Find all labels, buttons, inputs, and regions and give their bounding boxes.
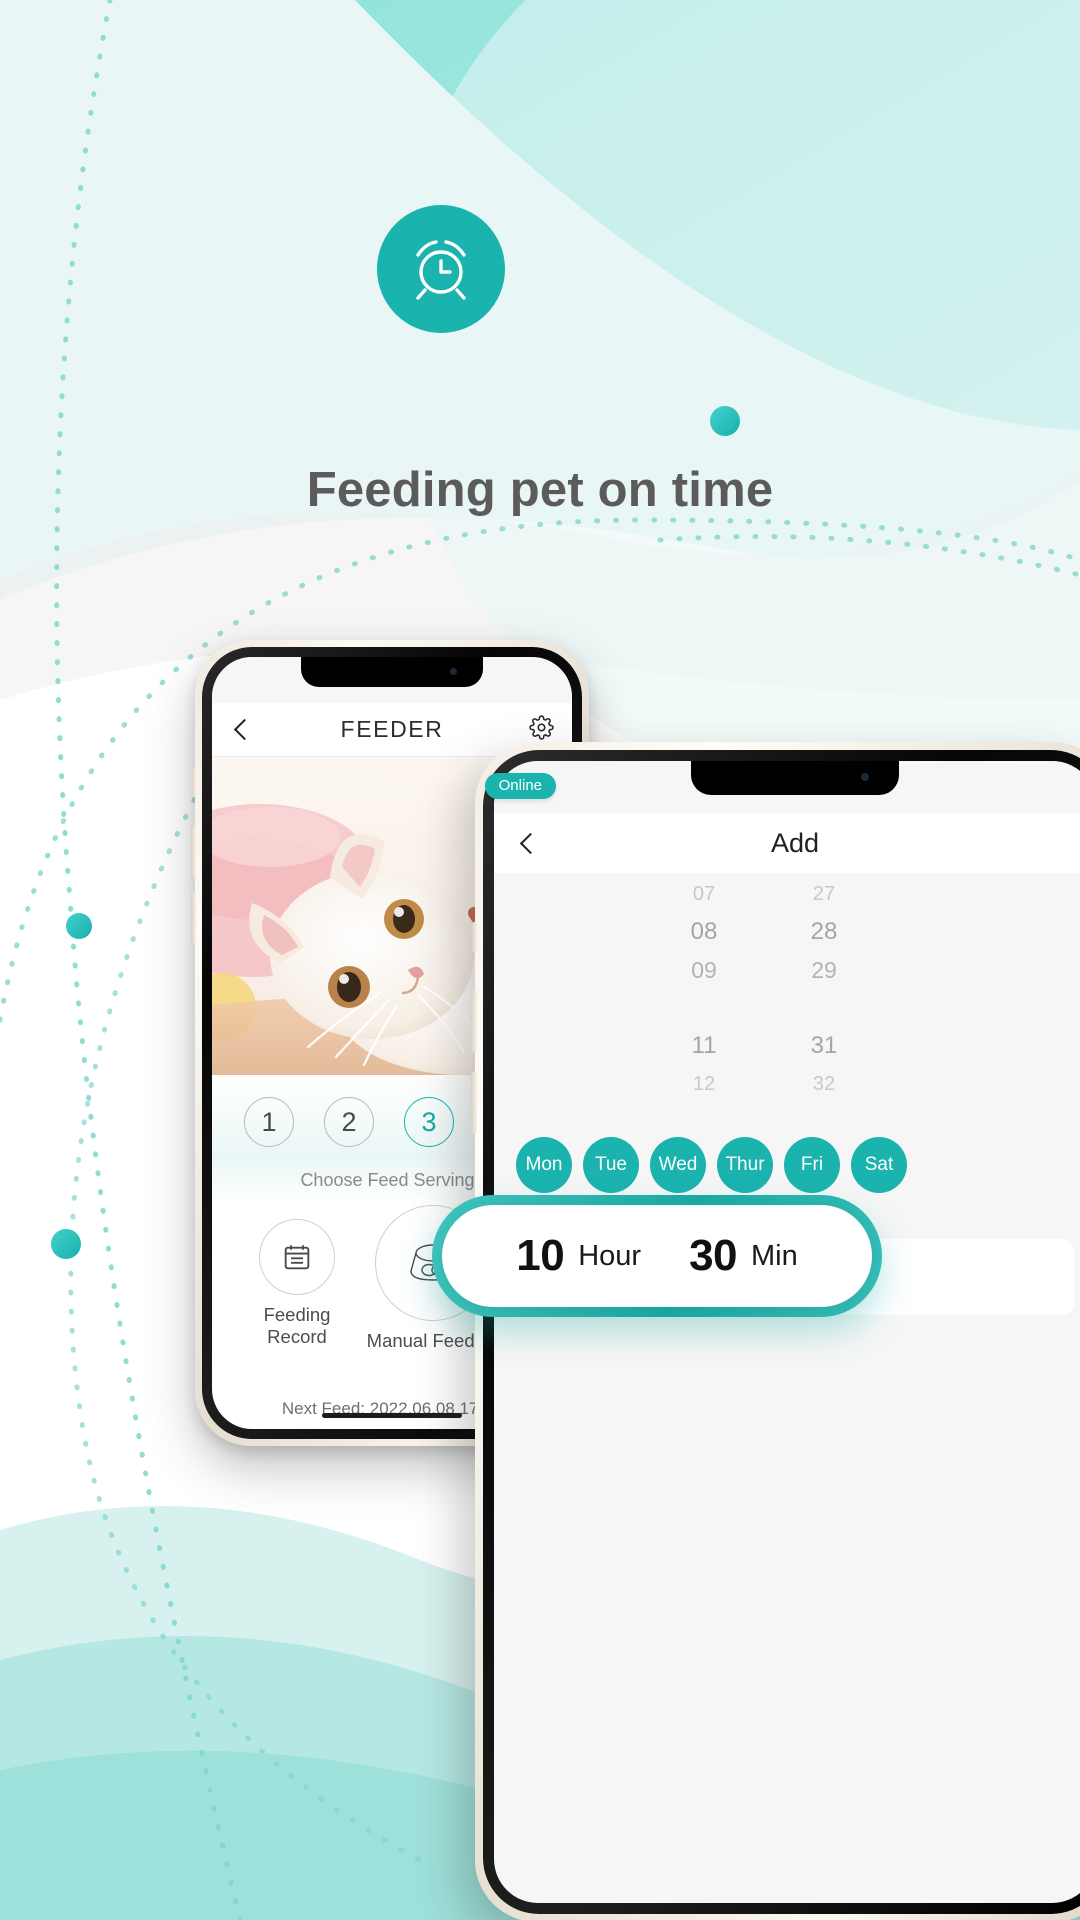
day-thur[interactable]: Thur [717,1137,773,1193]
time-picker-wheel[interactable]: 07 08 09 10 11 12 27 28 29 30 31 32 [494,875,1080,1095]
serving-option-2[interactable]: 2 [324,1097,374,1147]
accent-dot [710,406,740,436]
minute-wheel[interactable]: 27 28 29 30 31 32 [764,875,884,1095]
selected-time-content: 10 Hour 30 Min [442,1205,872,1307]
phone1-volume-down[interactable] [191,892,196,944]
hour-wheel[interactable]: 07 08 09 10 11 12 [644,875,764,1095]
phone2-screen: Add 07 08 09 10 11 12 27 28 29 30 31 [494,761,1080,1903]
minute-unit-label: Min [751,1239,798,1272]
page-title: Feeding pet on time [306,463,774,517]
poster-canvas: Feeding pet on time FEEDER Online 1 2 3 … [0,0,1080,1920]
phone2-notch [691,761,899,795]
selected-minute-value: 30 [689,1231,738,1280]
front-camera-icon [861,773,869,781]
day-fri[interactable]: Fri [784,1137,840,1193]
calendar-glyph [284,1245,310,1270]
hour-option[interactable]: 09 [691,951,717,989]
day-mon[interactable]: Mon [516,1137,572,1193]
day-tue[interactable]: Tue [583,1137,639,1193]
hour-option[interactable]: 08 [691,913,718,951]
feeding-record-action[interactable]: Feeding Record [240,1219,354,1348]
day-wed[interactable]: Wed [650,1137,706,1193]
gear-icon[interactable] [529,714,554,745]
feeding-record-label: Feeding Record [263,1304,331,1347]
serving-option-3[interactable]: 3 [404,1097,454,1147]
phone2-volume-down[interactable] [471,1072,477,1134]
accent-dot [51,1229,81,1259]
phone-device-add-schedule: Add 07 08 09 10 11 12 27 28 29 30 31 [471,742,1080,1920]
gear-glyph [529,714,554,740]
front-camera-icon [450,668,457,675]
minute-option[interactable]: 31 [811,1027,838,1065]
home-indicator [322,1413,462,1418]
day-sat[interactable]: Sat [851,1137,907,1193]
status-badge-online: Online [484,773,556,799]
hour-unit-label: Hour [578,1239,642,1272]
phone2-volume-up[interactable] [471,990,477,1052]
minute-option[interactable]: 28 [811,913,838,951]
serving-option-1[interactable]: 1 [244,1097,294,1147]
phone1-volume-up[interactable] [191,826,196,878]
add-title: Add [770,828,820,858]
phone1-notch [301,657,483,687]
calendar-record-icon [259,1219,335,1295]
minute-option[interactable]: 27 [813,875,835,913]
hour-option[interactable]: 12 [693,1065,715,1095]
selected-hour-value: 10 [516,1231,565,1280]
phone2-mute-switch[interactable] [472,922,477,952]
back-button[interactable] [516,833,538,855]
accent-dot [66,913,92,939]
repeat-days-row: Mon Tue Wed Thur Fri Sat [494,1095,1080,1193]
hour-option[interactable]: 11 [692,1027,717,1065]
add-schedule-header: Add [494,813,1080,875]
feeder-title: FEEDER [340,716,444,742]
selected-time-highlight[interactable]: 10 Hour 30 Min [432,1195,882,1317]
back-button[interactable] [230,719,252,741]
hour-option[interactable]: 07 [693,875,715,913]
alarm-clock-glyph [416,240,466,300]
phone1-mute-switch[interactable] [192,768,196,796]
minute-option[interactable]: 29 [811,951,837,989]
minute-option[interactable]: 32 [813,1065,835,1095]
alarm-clock-icon [377,205,505,333]
